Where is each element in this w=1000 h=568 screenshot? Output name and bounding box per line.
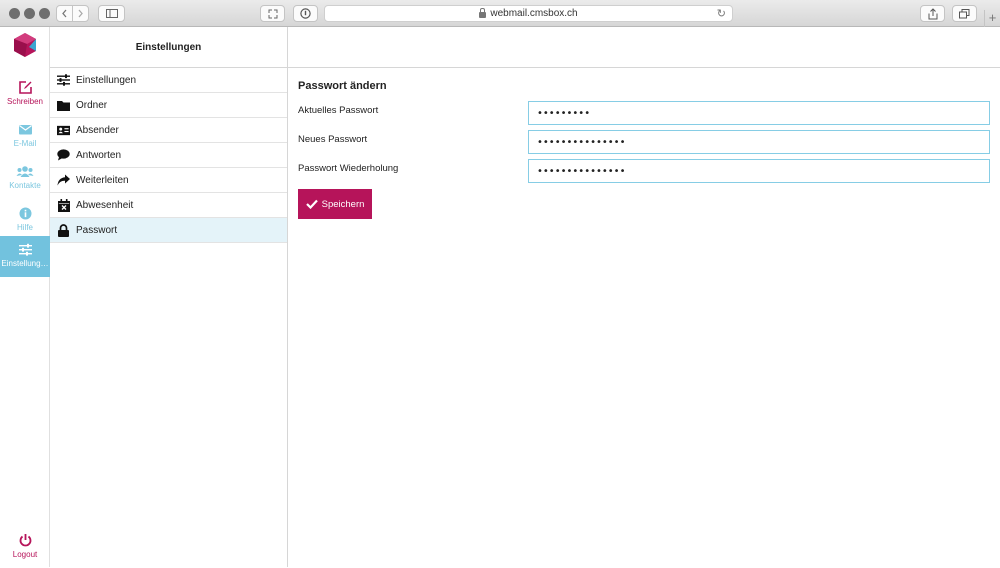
back-button[interactable] bbox=[56, 5, 73, 22]
rail-item-settings[interactable]: Einstellung… bbox=[0, 236, 50, 277]
fullscreen-button[interactable] bbox=[260, 5, 285, 22]
repeat-password-field[interactable] bbox=[528, 159, 990, 183]
save-button-label: Speichern bbox=[321, 198, 365, 210]
info-circle-icon bbox=[300, 8, 311, 19]
contacts-icon bbox=[16, 166, 34, 177]
save-button[interactable]: Speichern bbox=[298, 189, 372, 219]
new-password-field[interactable] bbox=[528, 130, 990, 154]
url-text: webmail.cmsbox.ch bbox=[490, 8, 578, 19]
lock-icon bbox=[57, 223, 70, 237]
rail-item-label: Schreiben bbox=[6, 97, 44, 106]
tabs-overview-button[interactable] bbox=[952, 5, 977, 22]
settings-item-folders[interactable]: Ordner bbox=[50, 93, 287, 118]
checkmark-icon bbox=[305, 199, 318, 209]
rail-item-compose[interactable]: Schreiben bbox=[0, 74, 50, 115]
rail-item-label: E-Mail bbox=[13, 139, 37, 148]
sidebar-toggle-button[interactable] bbox=[98, 5, 125, 22]
cmsbox-logo bbox=[14, 33, 36, 57]
main-content: Passwort ändern Aktuelles Passwort Neues… bbox=[288, 27, 1000, 567]
forward-arrow-icon bbox=[57, 174, 70, 187]
settings-item-label: Einstellungen bbox=[76, 74, 137, 86]
rail-item-label: Hilfe bbox=[16, 223, 33, 232]
settings-item-label: Absender bbox=[76, 124, 119, 136]
rail-item-label: Logout bbox=[12, 550, 38, 559]
settings-item-label: Ordner bbox=[76, 99, 108, 111]
rail-item-logout[interactable]: Logout bbox=[0, 527, 50, 568]
sidebar-icon bbox=[105, 9, 118, 18]
minimize-window-icon[interactable] bbox=[24, 8, 35, 19]
settings-title: Einstellungen bbox=[50, 27, 287, 68]
zoom-window-icon[interactable] bbox=[39, 8, 50, 19]
lock-icon bbox=[479, 7, 487, 18]
chevron-right-icon bbox=[78, 9, 83, 18]
privacy-report-button[interactable] bbox=[293, 5, 318, 22]
current-password-field[interactable] bbox=[528, 101, 990, 125]
sliders-icon bbox=[18, 243, 32, 256]
settings-item-absence[interactable]: Abwesenheit bbox=[50, 193, 287, 218]
folder-icon bbox=[57, 99, 70, 112]
new-tab-button[interactable]: + bbox=[984, 10, 1000, 27]
address-bar[interactable]: webmail.cmsbox.ch ↻ bbox=[324, 5, 733, 22]
settings-item-replies[interactable]: Antworten bbox=[50, 143, 287, 168]
form-title: Passwort ändern bbox=[298, 80, 387, 92]
compose-icon bbox=[18, 81, 32, 94]
settings-item-label: Antworten bbox=[76, 149, 122, 161]
rail-item-help[interactable]: Hilfe bbox=[0, 200, 50, 241]
forward-button[interactable] bbox=[72, 5, 89, 22]
share-button[interactable] bbox=[920, 5, 945, 22]
settings-item-password[interactable]: Passwort bbox=[50, 218, 287, 243]
rail-item-label: Einstellung… bbox=[1, 259, 49, 268]
new-password-label: Neues Passwort bbox=[298, 134, 368, 145]
speech-bubble-icon bbox=[57, 149, 70, 162]
settings-panel: Einstellungen Einstellungen Ordner Absen… bbox=[50, 27, 288, 567]
expand-icon bbox=[268, 9, 277, 18]
settings-item-sender[interactable]: Absender bbox=[50, 118, 287, 143]
browser-toolbar: webmail.cmsbox.ch ↻ + bbox=[0, 0, 1000, 27]
repeat-password-label: Passwort Wiederholung bbox=[298, 163, 399, 174]
current-password-label: Aktuelles Passwort bbox=[298, 105, 379, 116]
settings-item-label: Weiterleiten bbox=[76, 174, 129, 186]
envelope-icon bbox=[18, 125, 32, 135]
settings-item-label: Abwesenheit bbox=[76, 199, 134, 211]
rail-item-label: Kontakte bbox=[9, 181, 41, 190]
main-header bbox=[288, 27, 1000, 68]
reload-icon[interactable]: ↻ bbox=[717, 7, 726, 20]
settings-item-general[interactable]: Einstellungen bbox=[50, 68, 287, 93]
settings-item-label: Passwort bbox=[76, 224, 118, 236]
id-card-icon bbox=[57, 124, 70, 137]
sliders-icon bbox=[57, 74, 70, 87]
settings-item-forwarding[interactable]: Weiterleiten bbox=[50, 168, 287, 193]
close-window-icon[interactable] bbox=[9, 8, 20, 19]
rail-item-email[interactable]: E-Mail bbox=[0, 116, 50, 157]
app-rail: Schreiben E-Mail Kontakte Hilfe Einstell… bbox=[0, 27, 50, 567]
share-icon bbox=[928, 7, 937, 19]
chevron-left-icon bbox=[62, 9, 67, 18]
info-icon bbox=[19, 207, 31, 220]
power-icon bbox=[19, 534, 31, 547]
calendar-x-icon bbox=[57, 198, 70, 212]
tabs-icon bbox=[959, 8, 970, 18]
rail-item-contacts[interactable]: Kontakte bbox=[0, 158, 50, 199]
